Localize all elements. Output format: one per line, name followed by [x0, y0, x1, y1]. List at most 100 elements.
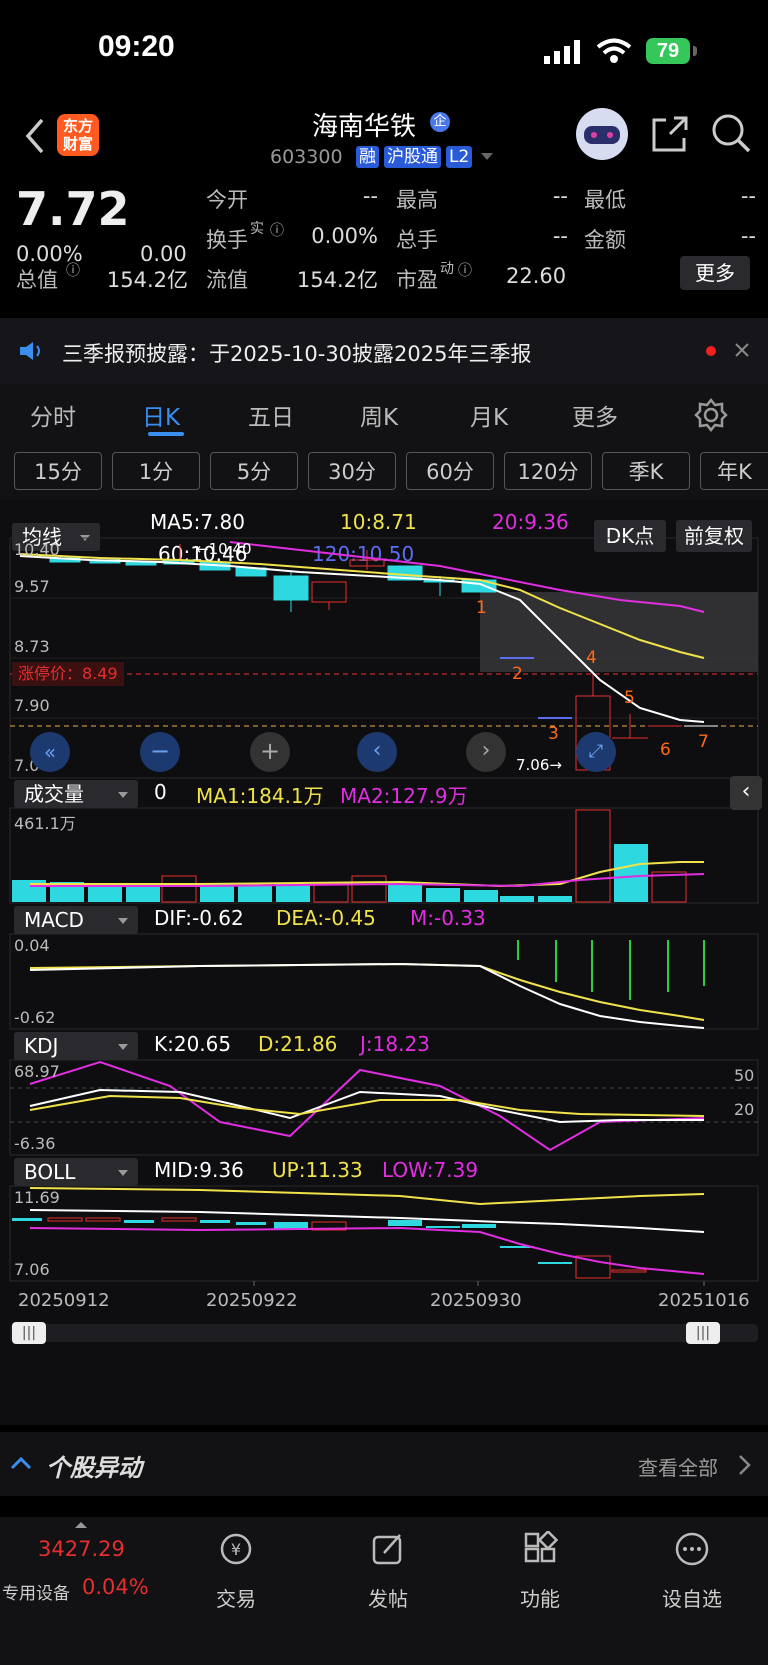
index-value[interactable]: 3427.29 [38, 1537, 125, 1561]
open-label: 今开 [206, 188, 248, 212]
period-120m[interactable]: 120分 [504, 452, 592, 490]
macd-m: M:-0.33 [410, 906, 486, 930]
open-value: -- [362, 184, 378, 208]
range-handle-left[interactable]: ||| [12, 1322, 46, 1344]
collapse-side-icon[interactable]: ‹ [730, 776, 762, 810]
high-value: -- [552, 184, 568, 208]
low-label: 最低 [584, 188, 626, 212]
section-title: 个股异动 [46, 1454, 142, 1482]
more-button[interactable]: 更多 [680, 256, 750, 290]
boll-dropdown[interactable]: BOLL [14, 1158, 138, 1186]
chevron-right-icon[interactable] [738, 1454, 752, 1476]
kline-chart-area[interactable]: 均线 MA5:7.80 10:8.71 20:9.36 60:10.46 120… [0, 500, 768, 1425]
nav-trade[interactable]: 交易 [191, 1583, 281, 1612]
date-label: 20251016 [658, 1290, 750, 1311]
index-change: 0.04% [82, 1575, 149, 1599]
high-label: 最高 [396, 188, 438, 212]
amount-value: -- [740, 224, 756, 248]
index-label: 专用设备 [2, 1584, 70, 1604]
info-icon[interactable]: ⓘ [66, 260, 80, 280]
post-icon[interactable] [370, 1531, 406, 1567]
battery-tip [693, 46, 697, 56]
macd-dea: DEA:-0.45 [276, 906, 376, 930]
kdj-bottom-label: -6.36 [14, 1134, 56, 1153]
zoom-in-icon[interactable]: + [250, 732, 290, 772]
trade-icon[interactable]: ¥ [218, 1531, 254, 1567]
nav-functions[interactable]: 功能 [495, 1583, 585, 1612]
limit-up-label: 涨停价：8.49 [12, 662, 124, 686]
kdj-j: J:18.23 [360, 1032, 430, 1056]
fullscreen-icon[interactable]: ⤢ [576, 732, 616, 772]
svg-text:¥: ¥ [231, 1540, 241, 1559]
pe-sup: 动 [440, 261, 454, 277]
tag-connect: 沪股通 [384, 146, 441, 168]
nav-add-watchlist[interactable]: 设自选 [647, 1583, 737, 1612]
period-selector: 15分 1分 5分 30分 60分 120分 季K 年K [0, 444, 768, 500]
chart-canvas [9, 537, 759, 1342]
zoom-out-icon[interactable]: − [140, 732, 180, 772]
notice-bar[interactable]: 三季报预披露：于2025-10-30披露2025年三季报 [0, 318, 768, 384]
volume-ma1: MA1:184.1万 [196, 784, 324, 808]
stock-header: 东方 财富 海南华铁 企 603300 融 沪股通 L2 [0, 100, 768, 176]
period-year[interactable]: 年K [700, 452, 768, 490]
scroll-right-icon[interactable]: › [466, 732, 506, 772]
quote-panel: 7.72 0.00% 0.00 今开 -- 最高 -- 最低 -- 换手 实 ⓘ… [0, 176, 768, 311]
range-handle-right[interactable]: ||| [686, 1322, 720, 1344]
signal-6: 6 [660, 740, 671, 760]
tab-intraday[interactable]: 分时 [30, 398, 76, 432]
chevron-down-icon[interactable] [480, 152, 494, 162]
volume-value: -- [552, 224, 568, 248]
scroll-left-icon[interactable]: ‹ [357, 732, 397, 772]
period-30m[interactable]: 30分 [308, 452, 396, 490]
gear-icon[interactable] [694, 398, 728, 432]
tab-monthly[interactable]: 月K [470, 398, 508, 432]
tab-five-day[interactable]: 五日 [248, 398, 294, 432]
notice-text: 三季报预披露：于2025-10-30披露2025年三季报 [62, 342, 532, 366]
share-icon[interactable] [650, 114, 690, 154]
turnover-value: 0.00% [311, 224, 378, 248]
period-60m[interactable]: 60分 [406, 452, 494, 490]
boll-up: UP:11.33 [272, 1158, 363, 1182]
back-icon[interactable] [24, 118, 46, 154]
tab-weekly[interactable]: 周K [360, 398, 398, 432]
signal-4: 4 [586, 648, 597, 668]
tag-margin: 融 [356, 146, 379, 168]
period-quarter[interactable]: 季K [602, 452, 690, 490]
period-5m[interactable]: 5分 [210, 452, 298, 490]
boll-low: LOW:7.39 [382, 1158, 479, 1182]
caret-up-icon [75, 1522, 87, 1528]
view-all-link[interactable]: 查看全部 [638, 1452, 718, 1481]
period-15m[interactable]: 15分 [14, 452, 102, 490]
float-value: 154.2亿 [296, 268, 378, 292]
more-dots-icon[interactable] [674, 1531, 710, 1567]
date-label: 20250922 [206, 1290, 298, 1311]
volume-value: 0 [154, 780, 167, 804]
mcap-value: 154.2亿 [106, 268, 188, 292]
volume-dropdown[interactable]: 成交量 [14, 780, 138, 808]
macd-dropdown[interactable]: MACD [14, 906, 138, 934]
fast-back-icon[interactable]: « [30, 732, 70, 772]
nav-post[interactable]: 发帖 [343, 1583, 433, 1612]
last-price: 7.72 [16, 182, 130, 236]
stock-movement-section[interactable]: 个股异动 查看全部 [0, 1432, 768, 1496]
kdj-level-20: 20 [734, 1100, 755, 1119]
info-icon[interactable]: ⓘ [270, 220, 284, 240]
stock-code: 603300 [270, 146, 343, 168]
tab-more[interactable]: 更多 [572, 398, 618, 432]
search-icon[interactable] [710, 112, 752, 154]
functions-icon[interactable] [522, 1531, 558, 1567]
unread-dot [706, 346, 716, 356]
app-logo: 东方 财富 [57, 114, 99, 156]
kdj-k: K:20.65 [154, 1032, 232, 1056]
chevron-up-icon[interactable] [10, 1456, 32, 1470]
kdj-dropdown[interactable]: KDJ [14, 1032, 138, 1060]
boll-mid: MID:9.36 [154, 1158, 244, 1182]
robot-avatar-icon[interactable] [574, 106, 630, 162]
close-icon[interactable] [734, 342, 750, 358]
tab-daily[interactable]: 日K [142, 398, 180, 432]
signal-1: 1 [476, 598, 487, 618]
wifi-icon [596, 38, 632, 63]
info-icon[interactable]: ⓘ [458, 260, 472, 280]
signal-2: 2 [512, 664, 523, 684]
period-1m[interactable]: 1分 [112, 452, 200, 490]
